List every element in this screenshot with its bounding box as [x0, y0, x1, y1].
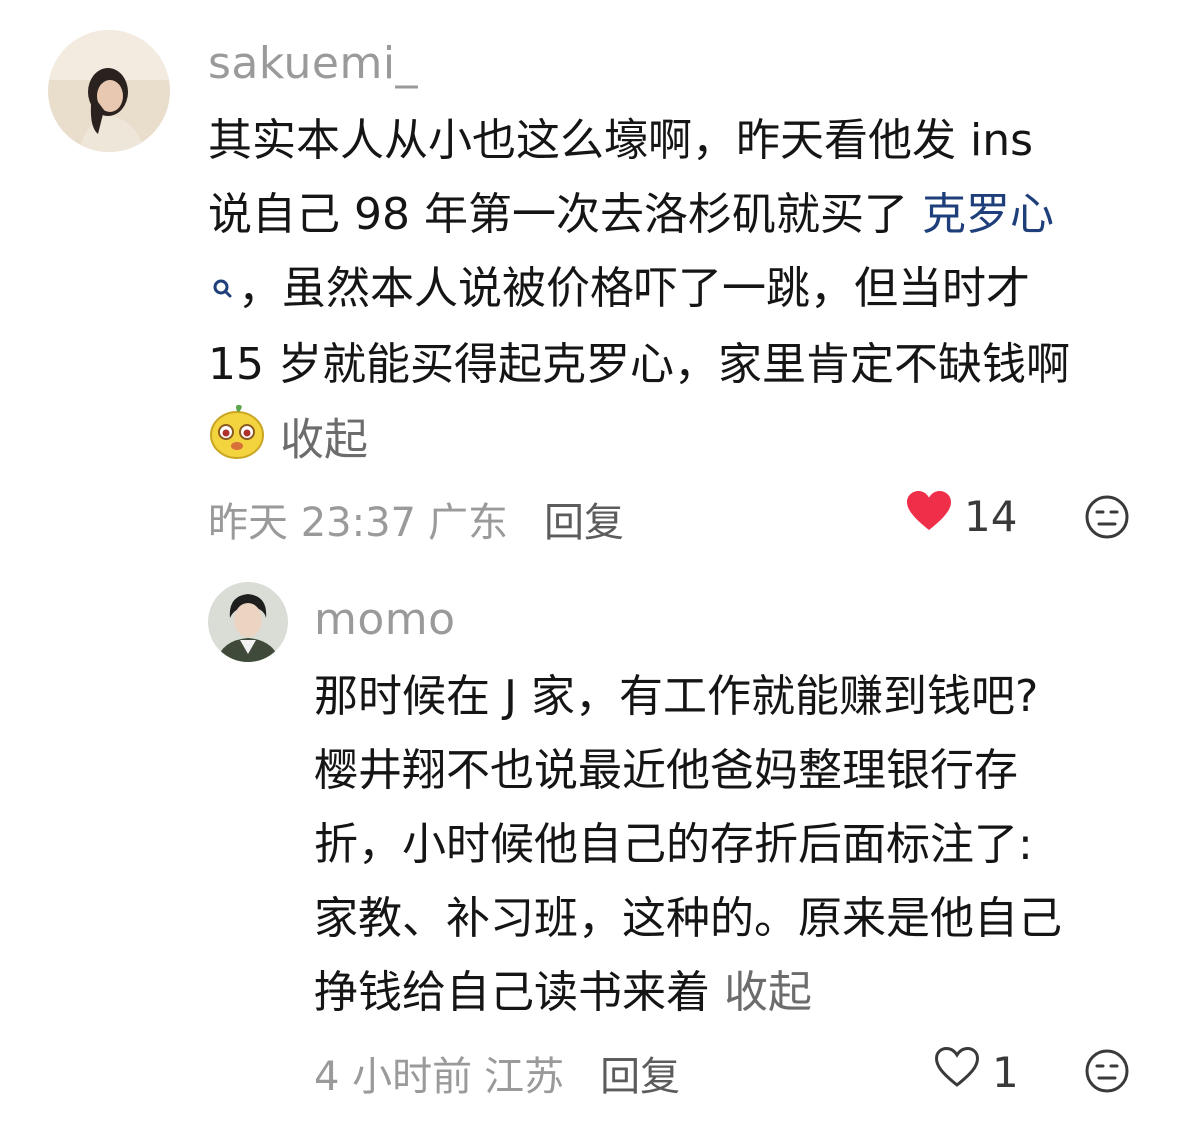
- comment-line: 挣钱给自己读书来着 收起: [314, 967, 812, 1018]
- comment-time: 4 小时前: [314, 1054, 473, 1100]
- comment-line: 收起: [208, 402, 1148, 483]
- comment-line: 那时候在 J 家，有工作就能赚到钱吧?: [314, 671, 1039, 722]
- like-count: 14: [964, 491, 1018, 541]
- comment-meta: 4 小时前 江苏 回复: [314, 1044, 680, 1102]
- username[interactable]: sakuemi_: [208, 38, 418, 89]
- heart-filled-icon: [906, 490, 952, 542]
- comment-time: 昨天 23:37: [208, 500, 416, 546]
- comment-line: 樱井翔不也说最近他爸妈整理银行存: [314, 745, 1018, 796]
- like-button[interactable]: 1: [934, 1046, 1019, 1098]
- topic-link[interactable]: 克罗心: [922, 189, 1054, 240]
- collapse-button[interactable]: 收起: [280, 415, 368, 466]
- comment-text: 那时候在 J 家，有工作就能赚到钱吧? 樱井翔不也说最近他爸妈整理银行存 折，小…: [314, 660, 1144, 1030]
- comment-location: 江苏: [484, 1054, 565, 1100]
- emoji-face-icon: [208, 402, 266, 483]
- comment-location: 广东: [428, 500, 508, 546]
- comment-line: 折，小时候他自己的存折后面标注了:: [314, 819, 1033, 870]
- reply-button[interactable]: 回复: [600, 1044, 680, 1102]
- like-count: 1: [992, 1047, 1019, 1097]
- like-button[interactable]: 14: [906, 490, 1017, 542]
- comment-meta: 昨天 23:37 广东 回复: [208, 490, 624, 548]
- avatar[interactable]: [48, 30, 170, 152]
- comment-line: 说自己 98 年第一次去洛杉矶就买了 克罗心: [208, 189, 1054, 240]
- comment-line: ，虽然本人说被价格吓了一跳，但当时才: [208, 252, 1148, 328]
- comment-line: 家教、补习班，这种的。原来是他自己: [314, 893, 1062, 944]
- comment-text: 其实本人从小也这么壕啊，昨天看他发 ins 说自己 98 年第一次去洛杉矶就买了…: [208, 104, 1148, 483]
- comment-line: 其实本人从小也这么壕啊，昨天看他发 ins: [208, 115, 1034, 166]
- collapse-button[interactable]: 收起: [724, 967, 812, 1018]
- dislike-face-icon[interactable]: [1084, 494, 1130, 544]
- username[interactable]: momo: [314, 594, 456, 645]
- comment-line: 15 岁就能买得起克罗心，家里肯定不缺钱啊: [208, 339, 1070, 390]
- heart-outline-icon: [934, 1046, 980, 1098]
- search-icon[interactable]: [208, 254, 238, 328]
- avatar[interactable]: [208, 582, 288, 662]
- reply-button[interactable]: 回复: [544, 490, 624, 548]
- dislike-face-icon[interactable]: [1084, 1048, 1130, 1098]
